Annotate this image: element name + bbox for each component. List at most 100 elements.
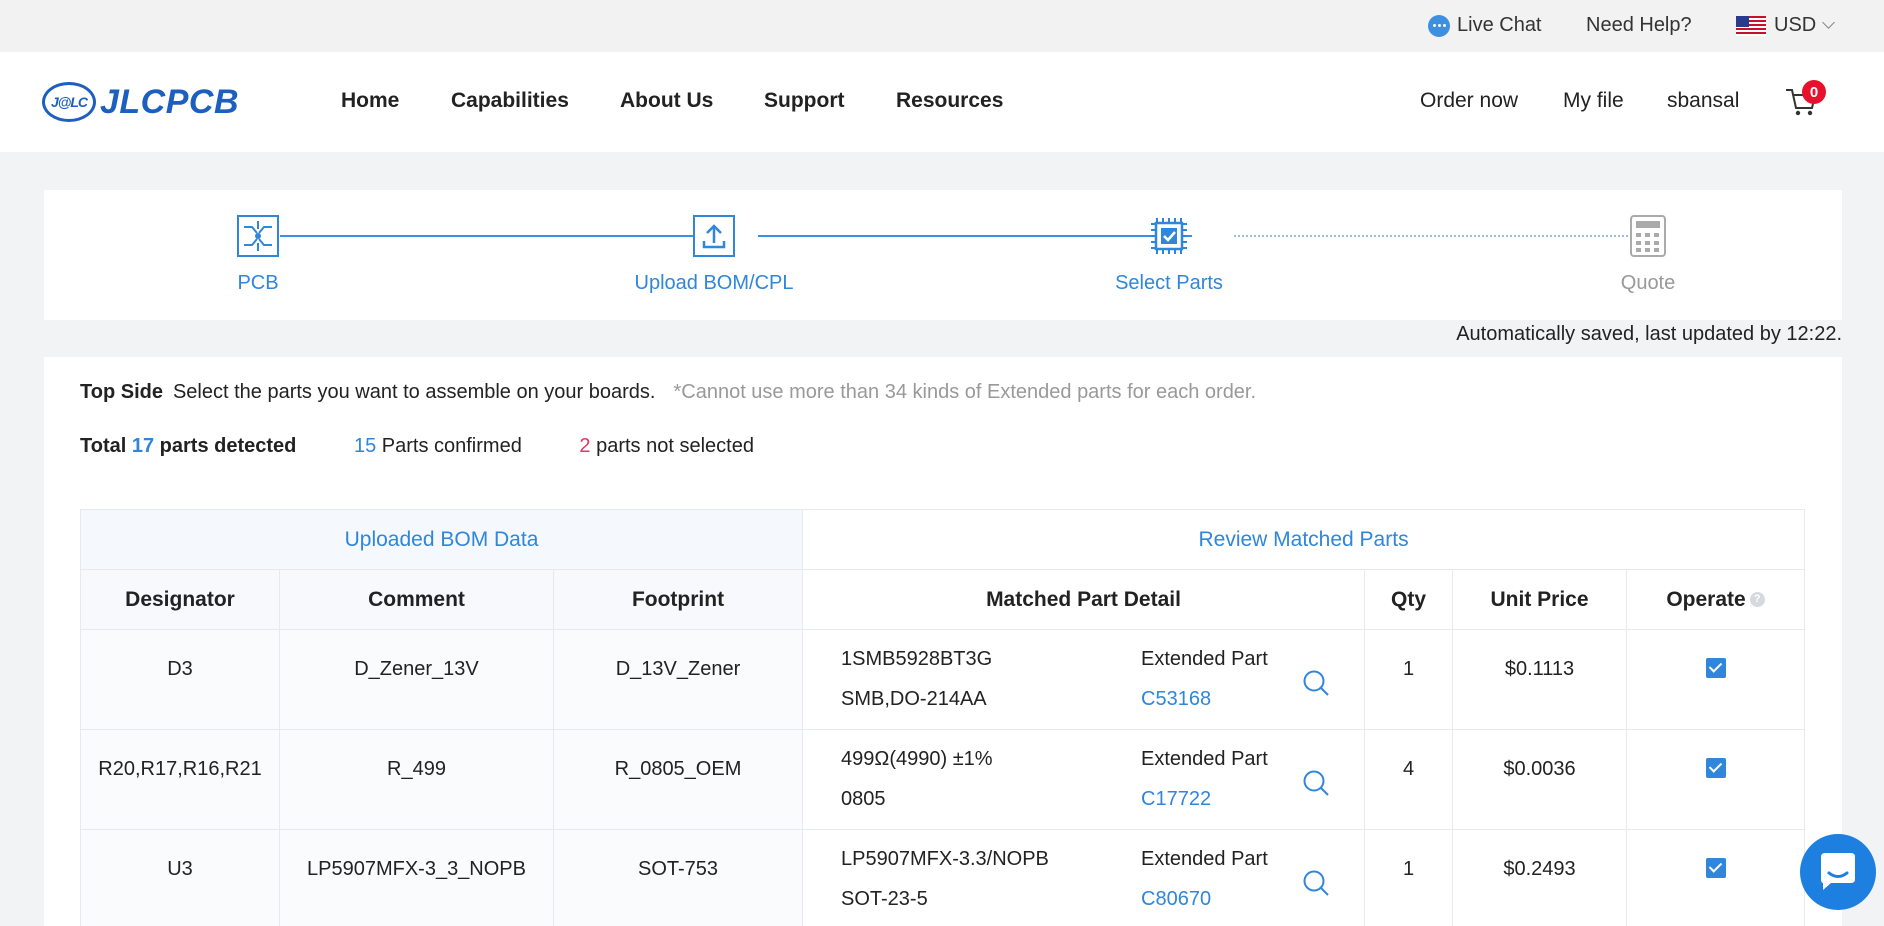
live-chat-link[interactable]: Live Chat (1428, 14, 1542, 37)
designator-cell: R20,R17,R16,R21 (80, 729, 280, 830)
not-selected-count: 2 (579, 435, 591, 457)
search-icon[interactable] (1301, 668, 1331, 698)
us-flag-icon (1736, 15, 1766, 36)
my-file-link[interactable]: My file (1563, 89, 1624, 113)
step-select-parts-label[interactable]: Select Parts (1115, 272, 1223, 295)
nav-resources[interactable]: Resources (896, 89, 1003, 113)
pcb-icon[interactable] (237, 215, 279, 257)
jlcpcb-logo[interactable]: J@LC JLCPCB (42, 82, 239, 122)
footprint-cell: D_13V_Zener (552, 629, 804, 730)
step-connector (280, 235, 718, 237)
step-quote-label: Quote (1620, 272, 1676, 294)
confirmed-label: Parts confirmed (381, 435, 522, 457)
nav-about-us[interactable]: About Us (620, 89, 713, 113)
upload-icon[interactable] (693, 215, 735, 257)
part-package: SOT-23-5 (841, 888, 928, 910)
total-prefix: Total (80, 435, 127, 457)
operate-cell (1626, 829, 1806, 926)
side-label: Top Side (80, 381, 163, 403)
order-steps: PCB Upload BOM/CPL Select Parts Quote (44, 190, 1842, 320)
designator-cell: D3 (80, 629, 280, 730)
total-suffix: parts detected (159, 435, 297, 457)
chat-widget-icon (1821, 853, 1855, 890)
price-cell: $0.1113 (1452, 629, 1628, 730)
col-footprint: Footprint (552, 569, 804, 630)
table-row: D3 D_Zener_13V D_13V_Zener 1SMB5928BT3G … (80, 629, 1806, 730)
select-checkbox[interactable] (1705, 758, 1726, 778)
col-unit-price: Unit Price (1452, 569, 1628, 630)
total-count: 17 (131, 435, 155, 457)
need-help-link[interactable]: Need Help? (1586, 14, 1692, 37)
user-menu[interactable]: sbansal (1667, 89, 1739, 113)
not-selected-label: parts not selected (596, 435, 754, 457)
nav-home[interactable]: Home (341, 89, 399, 113)
part-package: SMB,DO-214AA (841, 688, 987, 710)
part-type: Extended Part (1141, 648, 1268, 670)
logo-mark: J@LC (42, 82, 96, 122)
search-icon[interactable] (1301, 868, 1331, 898)
extended-parts-note: *Cannot use more than 34 kinds of Extend… (673, 381, 1257, 403)
step-upload-label[interactable]: Upload BOM/CPL (635, 272, 794, 295)
col-matched-detail: Matched Part Detail (802, 569, 1366, 630)
part-number: LP5907MFX-3.3/NOPB (841, 848, 1049, 870)
bom-table: Uploaded BOM Data Review Matched Parts D… (79, 509, 1806, 926)
table-row: R20,R17,R16,R21 R_499 R_0805_OEM 499Ω(49… (80, 729, 1806, 830)
select-checkbox[interactable] (1705, 858, 1726, 878)
order-now-link[interactable]: Order now (1420, 89, 1518, 113)
logo-text: JLCPCB (100, 82, 240, 121)
review-matched-header: Review Matched Parts (802, 509, 1806, 570)
col-operate: Operate? (1626, 569, 1806, 630)
step-connector (758, 235, 1192, 237)
confirmed-count: 15 (353, 435, 377, 457)
nav-capabilities[interactable]: Capabilities (451, 89, 569, 113)
live-chat-label: Live Chat (1457, 14, 1542, 36)
instruction-text: Select the parts you want to assemble on… (172, 381, 656, 403)
autosave-status: Automatically saved, last updated by 12:… (1456, 323, 1842, 345)
chevron-down-icon (1822, 16, 1836, 29)
part-number: 1SMB5928BT3G (841, 648, 993, 670)
footprint-cell: SOT-753 (552, 829, 804, 926)
parts-selection-panel: Top Side Select the parts you want to ass… (44, 357, 1842, 926)
parts-summary: Total 17 parts detected 15 Parts confirm… (80, 435, 754, 458)
comment-cell: LP5907MFX-3_3_NOPB (279, 829, 554, 926)
designator-cell: U3 (80, 829, 280, 926)
search-icon[interactable] (1301, 768, 1331, 798)
step-connector (1234, 235, 1648, 237)
matched-detail-cell: 499Ω(4990) ±1% 0805 Extended Part C17722 (802, 729, 1366, 830)
currency-label: USD (1774, 14, 1817, 36)
qty-cell: 4 (1364, 729, 1454, 830)
part-code-link[interactable]: C17722 (1141, 788, 1211, 811)
qty-cell: 1 (1364, 829, 1454, 926)
price-cell: $0.2493 (1452, 829, 1628, 926)
qty-cell: 1 (1364, 629, 1454, 730)
part-code-link[interactable]: C80670 (1141, 888, 1211, 911)
comment-cell: D_Zener_13V (279, 629, 554, 730)
part-type: Extended Part (1141, 748, 1268, 770)
part-type: Extended Part (1141, 848, 1268, 870)
currency-selector[interactable]: USD (1736, 14, 1836, 37)
price-cell: $0.0036 (1452, 729, 1628, 830)
step-pcb-label[interactable]: PCB (237, 272, 278, 295)
chip-check-icon[interactable] (1148, 215, 1190, 257)
col-qty: Qty (1364, 569, 1454, 630)
select-checkbox[interactable] (1705, 658, 1726, 678)
main-navbar: J@LC JLCPCB Home Capabilities About Us S… (0, 52, 1884, 152)
part-package: 0805 (841, 788, 886, 810)
cart-count-badge: 0 (1802, 80, 1826, 104)
chat-widget-button[interactable] (1800, 834, 1876, 910)
matched-detail-cell: LP5907MFX-3.3/NOPB SOT-23-5 Extended Par… (802, 829, 1366, 926)
side-instructions: Top Side Select the parts you want to ass… (80, 381, 1256, 404)
footprint-cell: R_0805_OEM (552, 729, 804, 830)
matched-detail-cell: 1SMB5928BT3G SMB,DO-214AA Extended Part … (802, 629, 1366, 730)
comment-cell: R_499 (279, 729, 554, 830)
col-designator: Designator (80, 569, 280, 630)
uploaded-bom-header: Uploaded BOM Data (79, 509, 804, 570)
nav-support[interactable]: Support (764, 89, 844, 113)
calculator-icon (1630, 215, 1666, 257)
part-code-link[interactable]: C53168 (1141, 688, 1211, 711)
operate-cell (1626, 629, 1806, 730)
part-number: 499Ω(4990) ±1% (841, 748, 993, 770)
table-row: U3 LP5907MFX-3_3_NOPB SOT-753 LP5907MFX-… (80, 829, 1806, 926)
chat-icon (1428, 14, 1450, 37)
help-icon[interactable]: ? (1749, 592, 1765, 608)
